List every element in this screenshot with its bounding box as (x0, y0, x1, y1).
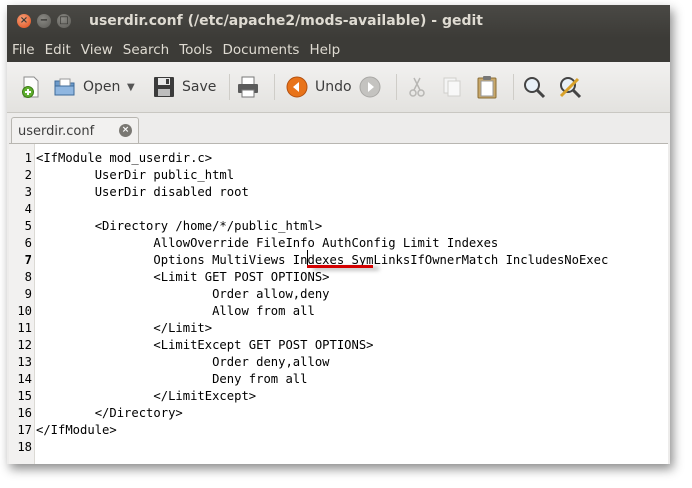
document-tab-bar: userdir.conf × (7, 113, 670, 145)
text-cursor (307, 250, 308, 265)
open-label: Open (83, 79, 121, 95)
line-number: 17 (17, 423, 32, 437)
open-recent-dropdown[interactable]: ▼ (127, 73, 135, 101)
code-line: UserDir disabled root (36, 185, 249, 199)
code-line: UserDir public_html (36, 168, 235, 182)
magnifier-icon (522, 75, 546, 99)
toolbar-separator (396, 74, 397, 100)
find-replace-icon (558, 75, 582, 99)
line-number: 10 (17, 304, 32, 318)
code-line: AllowOverride FileInfo AuthConfig Limit … (36, 236, 499, 250)
clipboard-icon (475, 75, 499, 99)
line-number: 16 (17, 406, 32, 420)
line-number: 11 (17, 321, 32, 335)
code-line: </LimitExcept> (36, 389, 257, 403)
new-document-button[interactable] (19, 73, 43, 101)
minimize-window-button[interactable]: − (37, 14, 51, 28)
chevron-down-icon: ▼ (127, 81, 135, 93)
save-button[interactable]: Save (152, 73, 216, 101)
line-number: 14 (17, 372, 32, 386)
menu-help[interactable]: Help (304, 38, 345, 62)
code-line: Order deny,allow (36, 355, 330, 369)
menu-edit[interactable]: Edit (40, 38, 76, 62)
code-line: <Limit GET POST OPTIONS> (36, 270, 330, 284)
code-line: Deny from all (36, 372, 308, 386)
scissors-icon (405, 75, 429, 99)
line-number: 15 (17, 389, 32, 403)
undo-button[interactable]: Undo (285, 73, 352, 101)
line-number: 5 (24, 219, 32, 233)
line-number: 18 (17, 440, 32, 454)
cut-button[interactable] (405, 73, 429, 101)
menu-file[interactable]: File (7, 38, 40, 62)
maximize-window-button[interactable]: □ (57, 14, 71, 28)
gedit-window: × − □ userdir.conf (/etc/apache2/mods-av… (7, 5, 670, 464)
line-number: 12 (17, 338, 32, 352)
line-number-gutter: 1 2 3 4 5 6 7 8 9 10 11 12 13 14 15 16 1… (9, 144, 35, 464)
toolbar-separator (229, 74, 230, 100)
save-label: Save (182, 79, 217, 95)
code-line: <IfModule mod_userdir.c> (36, 151, 213, 165)
title-bar[interactable]: × − □ userdir.conf (/etc/apache2/mods-av… (7, 5, 670, 38)
menu-documents[interactable]: Documents (217, 38, 304, 62)
line-number: 3 (24, 185, 32, 199)
line-number: 13 (17, 355, 32, 369)
toolbar-separator (274, 74, 275, 100)
line-number: 2 (24, 168, 32, 182)
code-line: <LimitExcept GET POST OPTIONS> (36, 338, 374, 352)
code-line: <Directory /home/*/public_html> (36, 219, 323, 233)
find-replace-button[interactable] (558, 73, 582, 101)
menu-tools[interactable]: Tools (174, 38, 217, 62)
menu-view[interactable]: View (76, 38, 118, 62)
menu-search[interactable]: Search (118, 38, 174, 62)
code-line: </IfModule> (36, 423, 117, 437)
toolbar-separator (513, 74, 514, 100)
paste-button[interactable] (475, 73, 499, 101)
toolbar: Open ▼ Save Undo (7, 62, 670, 113)
printer-icon (236, 75, 260, 99)
line-number: 9 (24, 287, 32, 301)
redo-button[interactable] (358, 73, 382, 101)
window-title: userdir.conf (/etc/apache2/mods-availabl… (89, 13, 483, 29)
menu-bar: File Edit View Search Tools Documents He… (7, 38, 670, 62)
line-number-current: 7 (24, 253, 32, 267)
folder-open-icon (53, 75, 77, 99)
open-button[interactable]: Open (53, 73, 120, 101)
line-number: 4 (24, 202, 32, 216)
undo-icon (285, 75, 309, 99)
redo-icon (358, 75, 382, 99)
annotation-underline (307, 265, 373, 268)
line-number: 8 (24, 270, 32, 284)
code-line: Allow from all (36, 304, 315, 318)
line-number: 1 (24, 151, 32, 165)
copy-button[interactable] (440, 73, 464, 101)
close-tab-icon[interactable]: × (119, 124, 132, 137)
code-line: </Directory> (36, 406, 183, 420)
find-button[interactable] (522, 73, 546, 101)
line-number: 6 (24, 236, 32, 250)
close-window-button[interactable]: × (17, 14, 31, 28)
tab-userdir-conf[interactable]: userdir.conf × (11, 117, 139, 145)
text-editor[interactable]: 1 2 3 4 5 6 7 8 9 10 11 12 13 14 15 16 1… (9, 143, 668, 464)
code-line: Order allow,deny (36, 287, 330, 301)
undo-label: Undo (315, 79, 352, 95)
tab-label: userdir.conf (18, 124, 95, 139)
code-line: </Limit> (36, 321, 213, 335)
new-document-icon (19, 75, 43, 99)
print-button[interactable] (236, 73, 260, 101)
copy-icon (440, 75, 464, 99)
floppy-disk-icon (152, 75, 176, 99)
